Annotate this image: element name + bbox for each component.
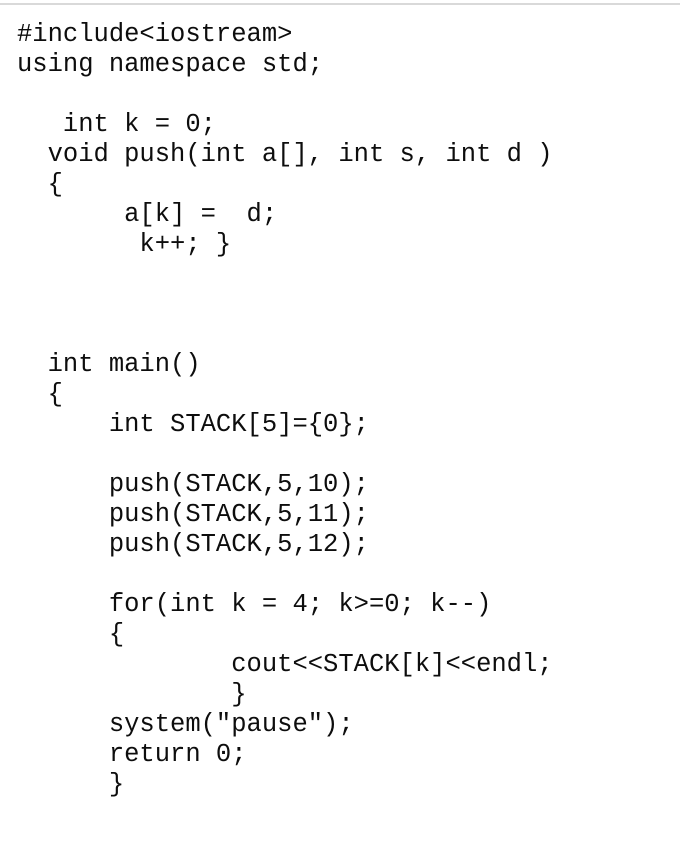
code-line: k++; } — [17, 230, 232, 259]
code-line: for(int k = 4; k>=0; k--) — [17, 590, 492, 619]
code-line: push(STACK,5,11); — [17, 500, 369, 529]
code-line: system("pause"); — [17, 710, 354, 739]
code-line: return 0; — [17, 740, 247, 769]
code-line: int main() — [17, 350, 201, 379]
code-line: #include<iostream> — [17, 20, 293, 49]
code-line: using namespace std; — [17, 50, 324, 79]
code-line: void push(int a[], int s, int d ) — [17, 140, 553, 169]
code-line: push(STACK,5,12); — [17, 530, 369, 559]
code-page: #include<iostream> using namespace std; … — [0, 0, 680, 856]
code-line: } — [17, 680, 247, 709]
top-divider-rule — [0, 3, 680, 5]
code-line: cout<<STACK[k]<<endl; — [17, 650, 553, 679]
code-line: { — [17, 620, 125, 649]
code-line: int k = 0; — [17, 110, 216, 139]
code-line: int STACK[5]={0}; — [17, 410, 369, 439]
code-line: { — [17, 170, 63, 199]
code-line: { — [17, 380, 63, 409]
code-line: } — [17, 770, 125, 799]
code-line: push(STACK,5,10); — [17, 470, 369, 499]
code-line: a[k] = d; — [17, 200, 278, 229]
code-listing: #include<iostream> using namespace std; … — [0, 20, 680, 800]
